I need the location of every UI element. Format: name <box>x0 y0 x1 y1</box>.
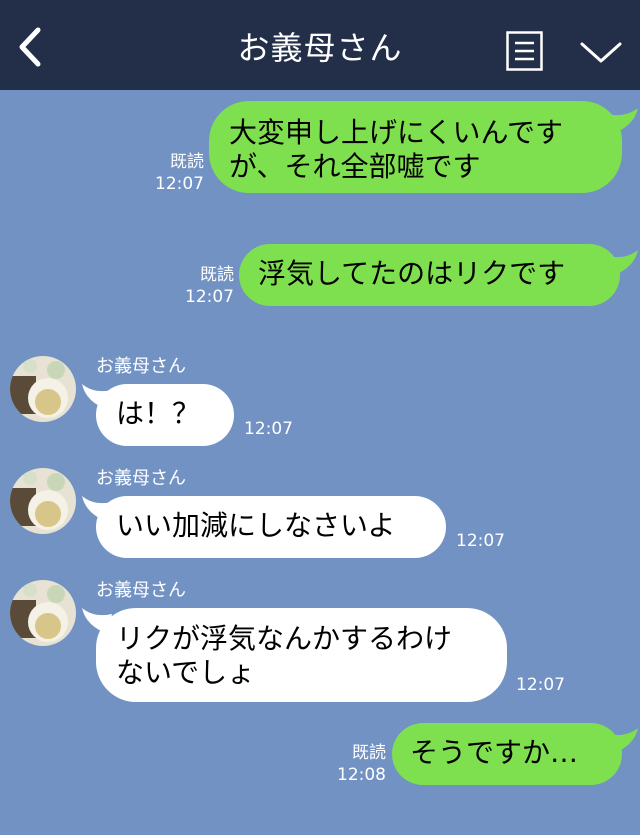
message-bubble[interactable]: そうですか… <box>392 723 622 785</box>
chevron-left-icon <box>19 27 41 67</box>
chat-header: お義母さん <box>0 0 640 90</box>
avatar[interactable] <box>10 580 76 646</box>
bubble-tail <box>606 108 638 134</box>
avatar-image <box>10 580 76 646</box>
message-outgoing: 既読 12:07 浮気してたのはリクです <box>0 230 640 320</box>
chat-area: 既読 12:07 大変申し上げにくいんです が、それ全部嘘です 既読 12:07… <box>0 90 640 835</box>
avatar-image <box>10 468 76 534</box>
message-incoming: お義母さん は！？ 12:07 <box>0 352 640 452</box>
message-outgoing: 既読 12:08 そうですか… <box>0 710 640 800</box>
sender-name: お義母さん <box>96 356 186 377</box>
menu-button[interactable] <box>506 31 543 71</box>
message-incoming: お義母さん リクが浮気なんかするわけ ないでしょ 12:07 <box>0 576 640 706</box>
read-label: 既読 <box>352 743 386 763</box>
read-receipt: 既読 12:07 <box>160 264 234 308</box>
bubble-tail <box>606 728 638 754</box>
message-time: 12:08 <box>337 765 386 785</box>
read-receipt: 既読 12:08 <box>312 742 386 786</box>
message-time: 12:07 <box>516 675 565 695</box>
message-time: 12:07 <box>244 419 293 439</box>
dropdown-button[interactable] <box>578 34 624 70</box>
read-label: 既読 <box>170 152 204 172</box>
chat-title: お義母さん <box>237 29 403 67</box>
message-time: 12:07 <box>185 287 234 307</box>
chevron-down-icon <box>580 42 622 63</box>
read-label: 既読 <box>200 265 234 285</box>
avatar[interactable] <box>10 356 76 422</box>
sender-name: お義母さん <box>96 580 186 601</box>
message-bubble[interactable]: 大変申し上げにくいんです が、それ全部嘘です <box>209 101 622 193</box>
message-bubble[interactable]: は！？ <box>96 384 234 446</box>
message-incoming: お義母さん いい加減にしなさいよ 12:07 <box>0 464 640 564</box>
message-time: 12:07 <box>155 174 204 194</box>
message-time: 12:07 <box>456 531 505 551</box>
list-icon <box>506 31 543 71</box>
message-bubble[interactable]: リクが浮気なんかするわけ ないでしょ <box>96 608 507 702</box>
back-button[interactable] <box>8 22 52 72</box>
avatar-image <box>10 356 76 422</box>
read-receipt: 既読 12:07 <box>130 151 204 195</box>
message-bubble[interactable]: 浮気してたのはリクです <box>239 244 620 306</box>
avatar[interactable] <box>10 468 76 534</box>
message-outgoing: 既読 12:07 大変申し上げにくいんです が、それ全部嘘です <box>0 90 640 200</box>
sender-name: お義母さん <box>96 468 186 489</box>
bubble-tail <box>606 250 638 276</box>
message-bubble[interactable]: いい加減にしなさいよ <box>96 496 446 558</box>
